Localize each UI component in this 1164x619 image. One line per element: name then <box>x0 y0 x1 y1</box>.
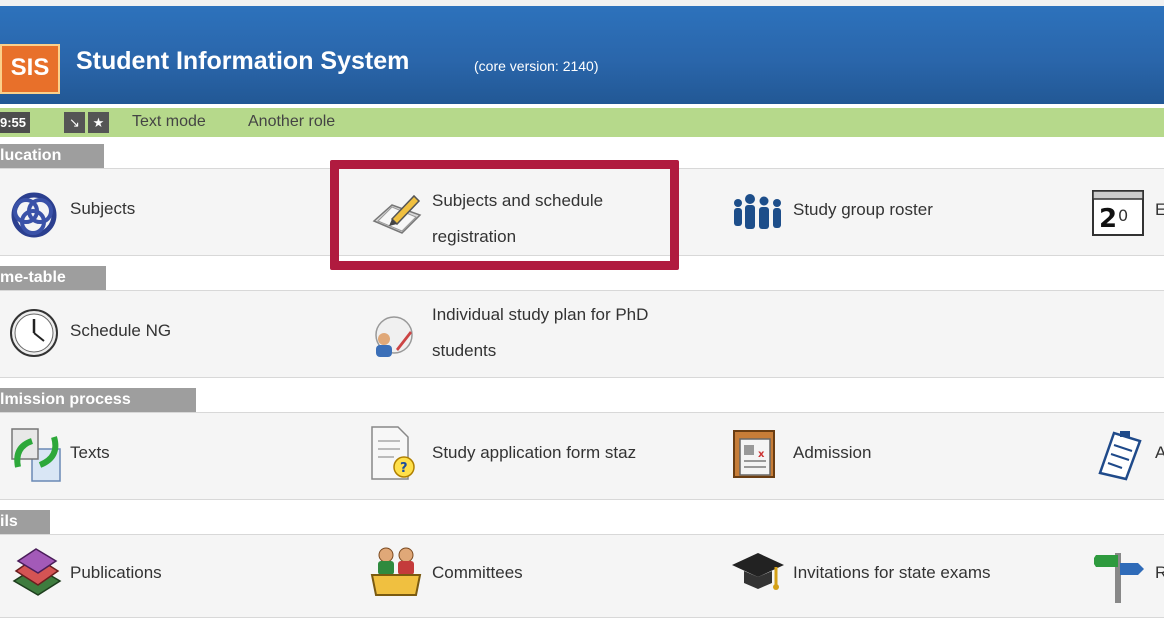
committees-link[interactable]: Committees <box>432 563 523 583</box>
admission-row: Texts ? Study application form staz x Ad… <box>0 412 1164 500</box>
another-role-link[interactable]: Another role <box>248 113 335 131</box>
calendar-icon[interactable]: 2 0 <box>1091 187 1147 237</box>
publications-link[interactable]: Publications <box>70 563 162 583</box>
study-group-roster-link[interactable]: Study group roster <box>793 200 933 220</box>
graduation-cap-icon[interactable] <box>730 545 786 601</box>
svg-text:x: x <box>758 449 765 460</box>
app-header: SIS Student Information System (core ver… <box>0 0 1164 104</box>
signpost-icon[interactable] <box>1094 545 1144 605</box>
texts-link[interactable]: Texts <box>70 443 110 463</box>
svg-text:2: 2 <box>1099 204 1117 234</box>
session-clock: 9:55 <box>0 112 31 133</box>
subjects-link[interactable]: Subjects <box>70 199 135 219</box>
admission-link[interactable]: Admission <box>793 443 871 463</box>
texts-exchange-icon[interactable] <box>10 427 64 483</box>
study-plan-line1: Individual study plan for PhD <box>432 305 649 324</box>
timetable-row: Schedule NG Individual study plan for Ph… <box>0 290 1164 378</box>
toolbar: 9:55 ↘ ★ Text mode Another role <box>0 108 1164 137</box>
study-plan-line2: students <box>432 341 497 360</box>
highlight-frame <box>330 160 679 270</box>
text-mode-link[interactable]: Text mode <box>132 113 206 131</box>
study-group-people-icon[interactable] <box>730 193 786 233</box>
invitations-state-exams-link[interactable]: Invitations for state exams <box>793 563 990 583</box>
subjects-knot-icon[interactable] <box>6 191 62 239</box>
schedule-ng-link[interactable]: Schedule NG <box>70 321 171 341</box>
partial-a-link[interactable]: A <box>1155 443 1164 463</box>
core-version: (core version: 2140) <box>474 58 599 74</box>
details-row: Publications Committees Invitations for … <box>0 534 1164 618</box>
clock-icon[interactable] <box>8 307 62 359</box>
individual-study-plan-link[interactable]: Individual study plan for PhD students <box>432 297 648 369</box>
partial-e-link[interactable]: E <box>1155 200 1164 220</box>
partial-r-link[interactable]: R <box>1155 563 1164 583</box>
sis-logo[interactable]: SIS <box>0 44 60 94</box>
section-education: lucation <box>0 144 104 168</box>
section-timetable: me-table <box>0 266 106 290</box>
application-form-icon[interactable]: ? <box>370 425 416 483</box>
study-plan-icon[interactable] <box>370 315 414 359</box>
study-application-form-link[interactable]: Study application form staz <box>432 443 636 463</box>
star-icon[interactable]: ★ <box>88 112 109 133</box>
svg-text:0: 0 <box>1118 206 1128 225</box>
section-admission: lmission process <box>0 388 196 412</box>
publications-books-icon[interactable] <box>10 545 64 601</box>
arrow-down-icon[interactable]: ↘ <box>64 112 85 133</box>
clipboard-pencil-icon[interactable] <box>1092 427 1146 481</box>
svg-text:?: ? <box>400 461 408 476</box>
committees-people-icon[interactable] <box>370 545 424 599</box>
app-title: Student Information System <box>76 47 410 75</box>
admission-folders-icon[interactable]: x <box>730 427 782 481</box>
section-details: ils <box>0 510 50 534</box>
